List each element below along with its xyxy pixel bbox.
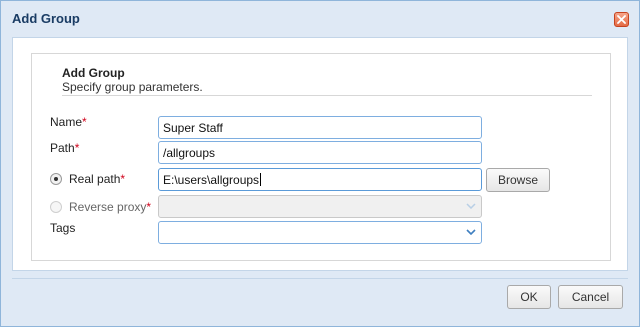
reverse-proxy-select[interactable] [158, 195, 482, 218]
required-marker: * [74, 141, 80, 155]
path-field-value: /allgroups [163, 146, 216, 160]
required-marker: * [146, 200, 152, 214]
group-subtitle: Specify group parameters. [62, 80, 203, 94]
real-path-field-value: E:\users\allgroups [163, 173, 260, 187]
chevron-down-icon [461, 196, 481, 217]
tags-select[interactable] [158, 221, 482, 244]
real-path-label: Real path* [69, 172, 125, 186]
name-field[interactable]: Super Staff [158, 116, 482, 139]
close-button[interactable] [614, 12, 629, 27]
required-marker: * [120, 172, 126, 186]
browse-button[interactable]: Browse [486, 168, 550, 192]
real-path-label-text: Real path [69, 172, 121, 186]
real-path-radio[interactable] [50, 173, 62, 185]
dialog-title: Add Group [12, 11, 80, 26]
reverse-proxy-label: Reverse proxy* [69, 200, 151, 214]
name-label: Name* [50, 115, 87, 129]
path-field[interactable]: /allgroups [158, 141, 482, 164]
footer-divider [12, 278, 628, 279]
tags-label: Tags [50, 221, 75, 235]
reverse-proxy-label-text: Reverse proxy [69, 200, 147, 214]
add-group-dialog: Add Group Add Group Specify group parame… [0, 0, 640, 327]
text-cursor [260, 173, 262, 186]
path-label-text: Path [50, 141, 75, 155]
tags-label-text: Tags [50, 221, 76, 235]
reverse-proxy-radio[interactable] [50, 201, 62, 213]
close-icon [617, 15, 626, 24]
required-marker: * [82, 115, 87, 129]
name-label-text: Name [50, 115, 83, 129]
name-field-value: Super Staff [163, 121, 223, 135]
ok-button[interactable]: OK [507, 285, 551, 309]
dialog-titlebar[interactable]: Add Group [1, 1, 639, 37]
group-divider [62, 95, 592, 96]
group-title: Add Group [62, 66, 125, 80]
real-path-field[interactable]: E:\users\allgroups [158, 168, 482, 191]
chevron-down-icon [461, 222, 481, 243]
cancel-button[interactable]: Cancel [558, 285, 623, 309]
path-label: Path* [50, 141, 79, 155]
